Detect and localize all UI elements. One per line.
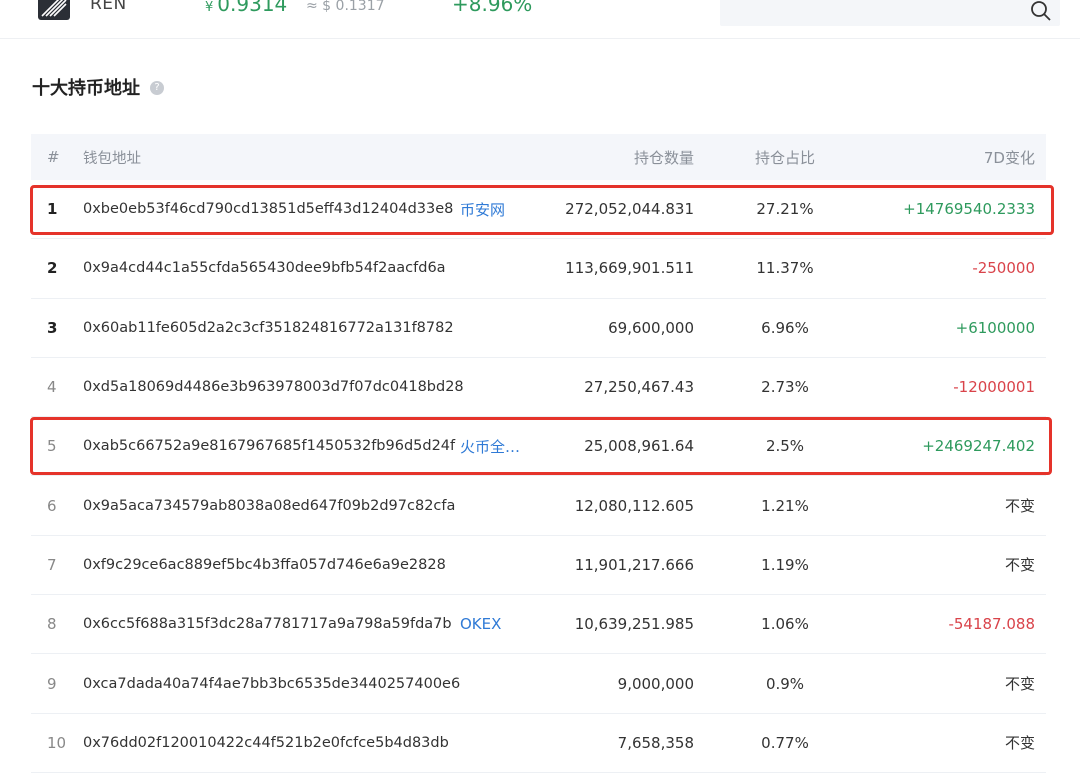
- row-exchange-tag[interactable]: [460, 299, 540, 357]
- table-row[interactable]: 10 0x76dd02f120010422c44f521b2e0fcfce5b4d…: [31, 714, 1046, 773]
- row-rank: 8: [47, 615, 57, 634]
- holders-table: # 钱包地址 持仓数量 持仓占比 7D变化 1 0xbe0eb53f46cd790…: [31, 134, 1046, 773]
- row-rank: 3: [47, 318, 58, 337]
- row-address-link[interactable]: 0xbe0eb53f46cd790cd13851d5eff43d12404d33…: [83, 180, 453, 238]
- row-percent: 27.21%: [756, 200, 814, 219]
- row-rank: 6: [47, 496, 57, 515]
- row-address-link[interactable]: 0x9a5aca734579ab8038a08ed647f09b2d97c82c…: [83, 476, 455, 534]
- table-row[interactable]: 5 0xab5c66752a9e8167967685f1450532fb96d5d…: [31, 417, 1046, 477]
- header-change[interactable]: 7D变化: [851, 134, 1035, 180]
- table-header: # 钱包地址 持仓数量 持仓占比 7D变化: [31, 134, 1046, 180]
- search-icon[interactable]: [1030, 0, 1052, 22]
- row-7d-change: -250000: [972, 259, 1035, 278]
- row-percent: 2.5%: [765, 437, 805, 456]
- header-percent[interactable]: 持仓占比: [721, 134, 849, 180]
- row-address-link[interactable]: 0x9a4cd44c1a55cfda565430dee9bfb54f2aacfd…: [83, 239, 453, 297]
- row-quantity: 113,669,901.511: [565, 259, 694, 278]
- row-address-link[interactable]: 0xca7dada40a74f4ae7bb3bc6535de3440257400…: [83, 654, 460, 712]
- row-address-link[interactable]: 0x6cc5f688a315f3dc28a7781717a9a798a59fda…: [83, 595, 453, 653]
- row-percent: 11.37%: [756, 259, 814, 278]
- row-7d-change: -54187.088: [948, 615, 1035, 634]
- table-row[interactable]: 9 0xca7dada40a74f4ae7bb3bc6535de344025740…: [31, 654, 1046, 714]
- coin-header: REN ¥0.9314 ≈ $ 0.1317 +8.96%: [0, 0, 1080, 39]
- row-percent: 1.21%: [761, 496, 809, 515]
- row-7d-change: +14769540.2333: [903, 200, 1035, 219]
- row-address-link[interactable]: 0xd5a18069d4486e3b963978003d7f07dc0418bd…: [83, 358, 464, 416]
- row-percent: 2.73%: [761, 378, 809, 397]
- table-row[interactable]: 8 0x6cc5f688a315f3dc28a7781717a9a798a59fd…: [31, 595, 1046, 655]
- row-7d-change: -12000001: [953, 378, 1035, 397]
- row-exchange-tag[interactable]: [460, 239, 540, 297]
- row-rank: 2: [47, 259, 58, 278]
- row-quantity: 7,658,358: [617, 733, 694, 752]
- row-exchange-tag[interactable]: [460, 654, 540, 712]
- table-row[interactable]: 3 0x60ab11fe605d2a2c3cf351824816772a131f8…: [31, 299, 1046, 358]
- row-7d-change: 不变: [1004, 556, 1035, 575]
- section-title: 十大持币地址: [32, 78, 140, 99]
- row-exchange-tag[interactable]: [460, 536, 540, 594]
- row-rank: 9: [47, 674, 57, 693]
- coin-name: REN: [90, 0, 127, 14]
- table-row[interactable]: 4 0xd5a18069d4486e3b963978003d7f07dc0418b…: [31, 358, 1046, 418]
- table-row[interactable]: 7 0xf9c29ce6ac889ef5bc4b3ffa057d746e6a9e2…: [31, 536, 1046, 596]
- row-percent: 1.06%: [761, 615, 809, 634]
- row-7d-change: 不变: [1004, 734, 1035, 753]
- row-exchange-tag[interactable]: [460, 358, 540, 416]
- table-row[interactable]: 2 0x9a4cd44c1a55cfda565430dee9bfb54f2aacf…: [31, 239, 1046, 299]
- header-rank: #: [47, 148, 60, 166]
- coin-price: ¥0.9314: [205, 0, 287, 16]
- row-rank: 7: [47, 555, 57, 574]
- price-currency: ¥: [205, 0, 214, 15]
- header-quantity[interactable]: 持仓数量: [551, 134, 694, 180]
- row-quantity: 69,600,000: [608, 318, 694, 337]
- table-body: 1 0xbe0eb53f46cd790cd13851d5eff43d12404d3…: [31, 180, 1046, 773]
- table-row[interactable]: 1 0xbe0eb53f46cd790cd13851d5eff43d12404d3…: [31, 180, 1046, 240]
- row-percent: 0.9%: [765, 674, 805, 693]
- table-row[interactable]: 6 0x9a5aca734579ab8038a08ed647f09b2d97c82…: [31, 476, 1046, 536]
- row-address-link[interactable]: 0xf9c29ce6ac889ef5bc4b3ffa057d746e6a9e28…: [83, 536, 453, 594]
- row-exchange-tag[interactable]: [460, 714, 540, 772]
- row-address-link[interactable]: 0x76dd02f120010422c44f521b2e0fcfce5b4d83…: [83, 714, 453, 772]
- search-input[interactable]: [720, 0, 1060, 26]
- row-quantity: 10,639,251.985: [574, 615, 694, 634]
- row-percent: 6.96%: [761, 318, 809, 337]
- row-address-link[interactable]: 0xab5c66752a9e8167967685f1450532fb96d5d2…: [83, 417, 455, 475]
- row-address-link[interactable]: 0x60ab11fe605d2a2c3cf351824816772a131f87…: [83, 299, 454, 357]
- row-7d-change: +6100000: [955, 318, 1035, 337]
- row-rank: 1: [47, 200, 58, 219]
- row-7d-change: 不变: [1004, 675, 1035, 694]
- row-percent: 0.77%: [761, 733, 809, 752]
- row-exchange-tag[interactable]: 火币全…: [460, 417, 540, 475]
- row-percent: 1.19%: [761, 555, 809, 574]
- row-rank: 5: [47, 437, 57, 456]
- coin-usd-price: ≈ $ 0.1317: [306, 0, 385, 14]
- row-exchange-tag[interactable]: 币安网: [460, 180, 540, 238]
- row-quantity: 9,000,000: [617, 674, 694, 693]
- row-7d-change: +2469247.402: [922, 437, 1035, 456]
- row-exchange-tag[interactable]: OKEX: [460, 595, 540, 653]
- header-address: 钱包地址: [83, 150, 141, 167]
- price-value: 0.9314: [217, 0, 288, 16]
- row-quantity: 12,080,112.605: [574, 496, 694, 515]
- row-rank: 10: [47, 733, 67, 752]
- row-quantity: 272,052,044.831: [565, 200, 694, 219]
- row-quantity: 27,250,467.43: [584, 378, 694, 397]
- row-quantity: 11,901,217.666: [574, 555, 694, 574]
- coin-change: +8.96%: [452, 0, 533, 16]
- row-quantity: 25,008,961.64: [584, 437, 694, 456]
- row-7d-change: 不变: [1004, 497, 1035, 516]
- help-icon[interactable]: ?: [150, 81, 164, 95]
- row-exchange-tag[interactable]: [460, 476, 540, 534]
- ren-logo-icon: [38, 0, 70, 20]
- row-rank: 4: [47, 378, 57, 397]
